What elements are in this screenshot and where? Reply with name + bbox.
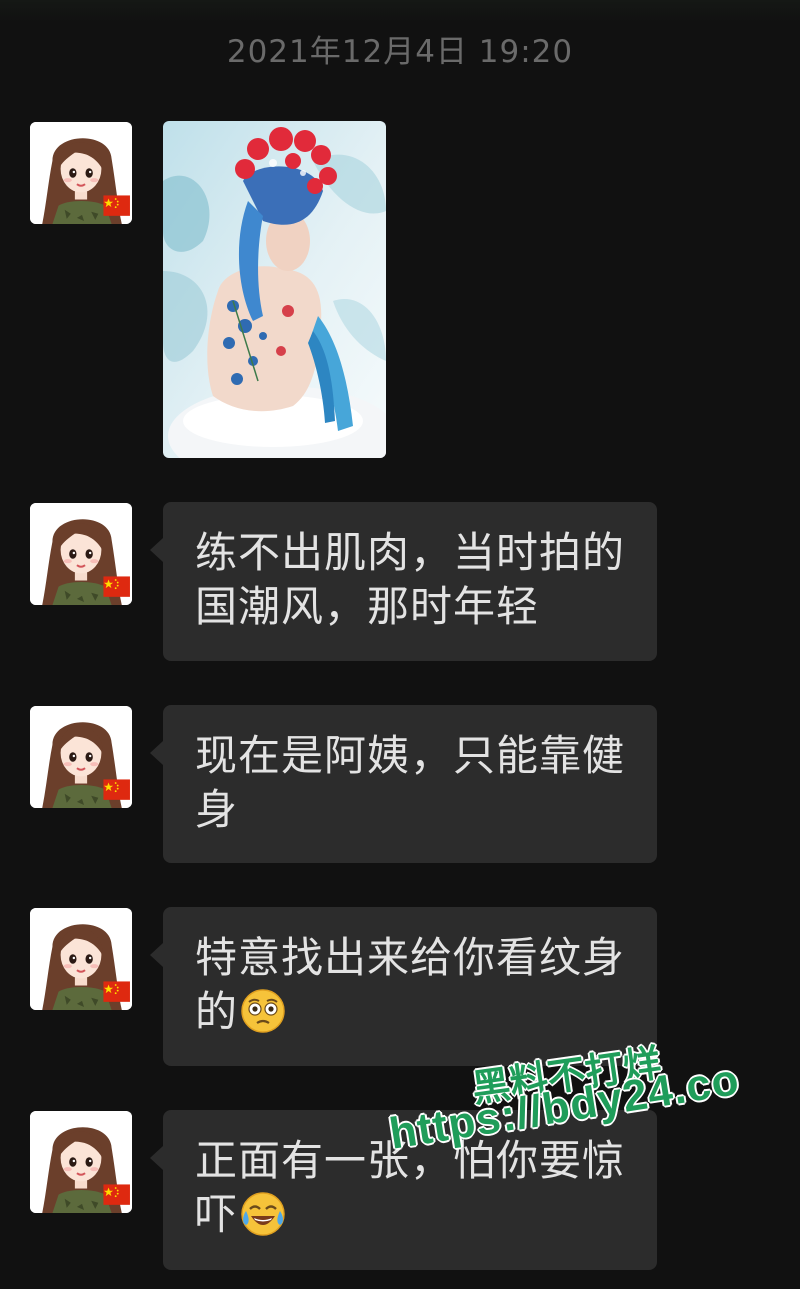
girl-avatar-icon[interactable] (30, 122, 132, 224)
bubble-text-line: 练不出肌肉，当时拍的 (195, 528, 626, 577)
bubble-text: 吓 (195, 1190, 239, 1239)
bubble-text-line-with-emoji: 的 (195, 985, 637, 1039)
bubble-text-line: 身 (195, 785, 239, 834)
image-message[interactable] (163, 121, 386, 458)
tears-of-joy-face-icon (240, 1191, 286, 1237)
text-bubble[interactable]: 练不出肌肉，当时拍的 国潮风，那时年轻 (150, 502, 657, 661)
top-status-strip (0, 0, 800, 22)
bubble-text-line: 现在是阿姨，只能靠健 (195, 731, 626, 780)
bubble-tail (150, 741, 163, 765)
girl-avatar-icon[interactable] (30, 1111, 132, 1213)
bubble-text-line: 国潮风，那时年轻 (195, 582, 540, 631)
flushed-face-icon (240, 988, 286, 1034)
bubble-tail (150, 538, 163, 562)
girl-avatar-icon[interactable] (30, 503, 132, 605)
bubble-tail (150, 943, 163, 967)
opera-photo-image (163, 121, 386, 458)
bubble-text: 的 (195, 987, 239, 1036)
bubble-text-line-with-emoji: 吓 (195, 1188, 637, 1242)
bubble-tail (150, 1146, 163, 1170)
chat-timestamp: 2021年12月4日 19:20 (226, 34, 574, 70)
text-bubble[interactable]: 现在是阿姨，只能靠健 身 (150, 705, 657, 863)
girl-avatar-icon[interactable] (30, 706, 132, 808)
bubble-text-line: 特意找出来给你看纹身 (195, 933, 626, 982)
girl-avatar-icon[interactable] (30, 908, 132, 1010)
